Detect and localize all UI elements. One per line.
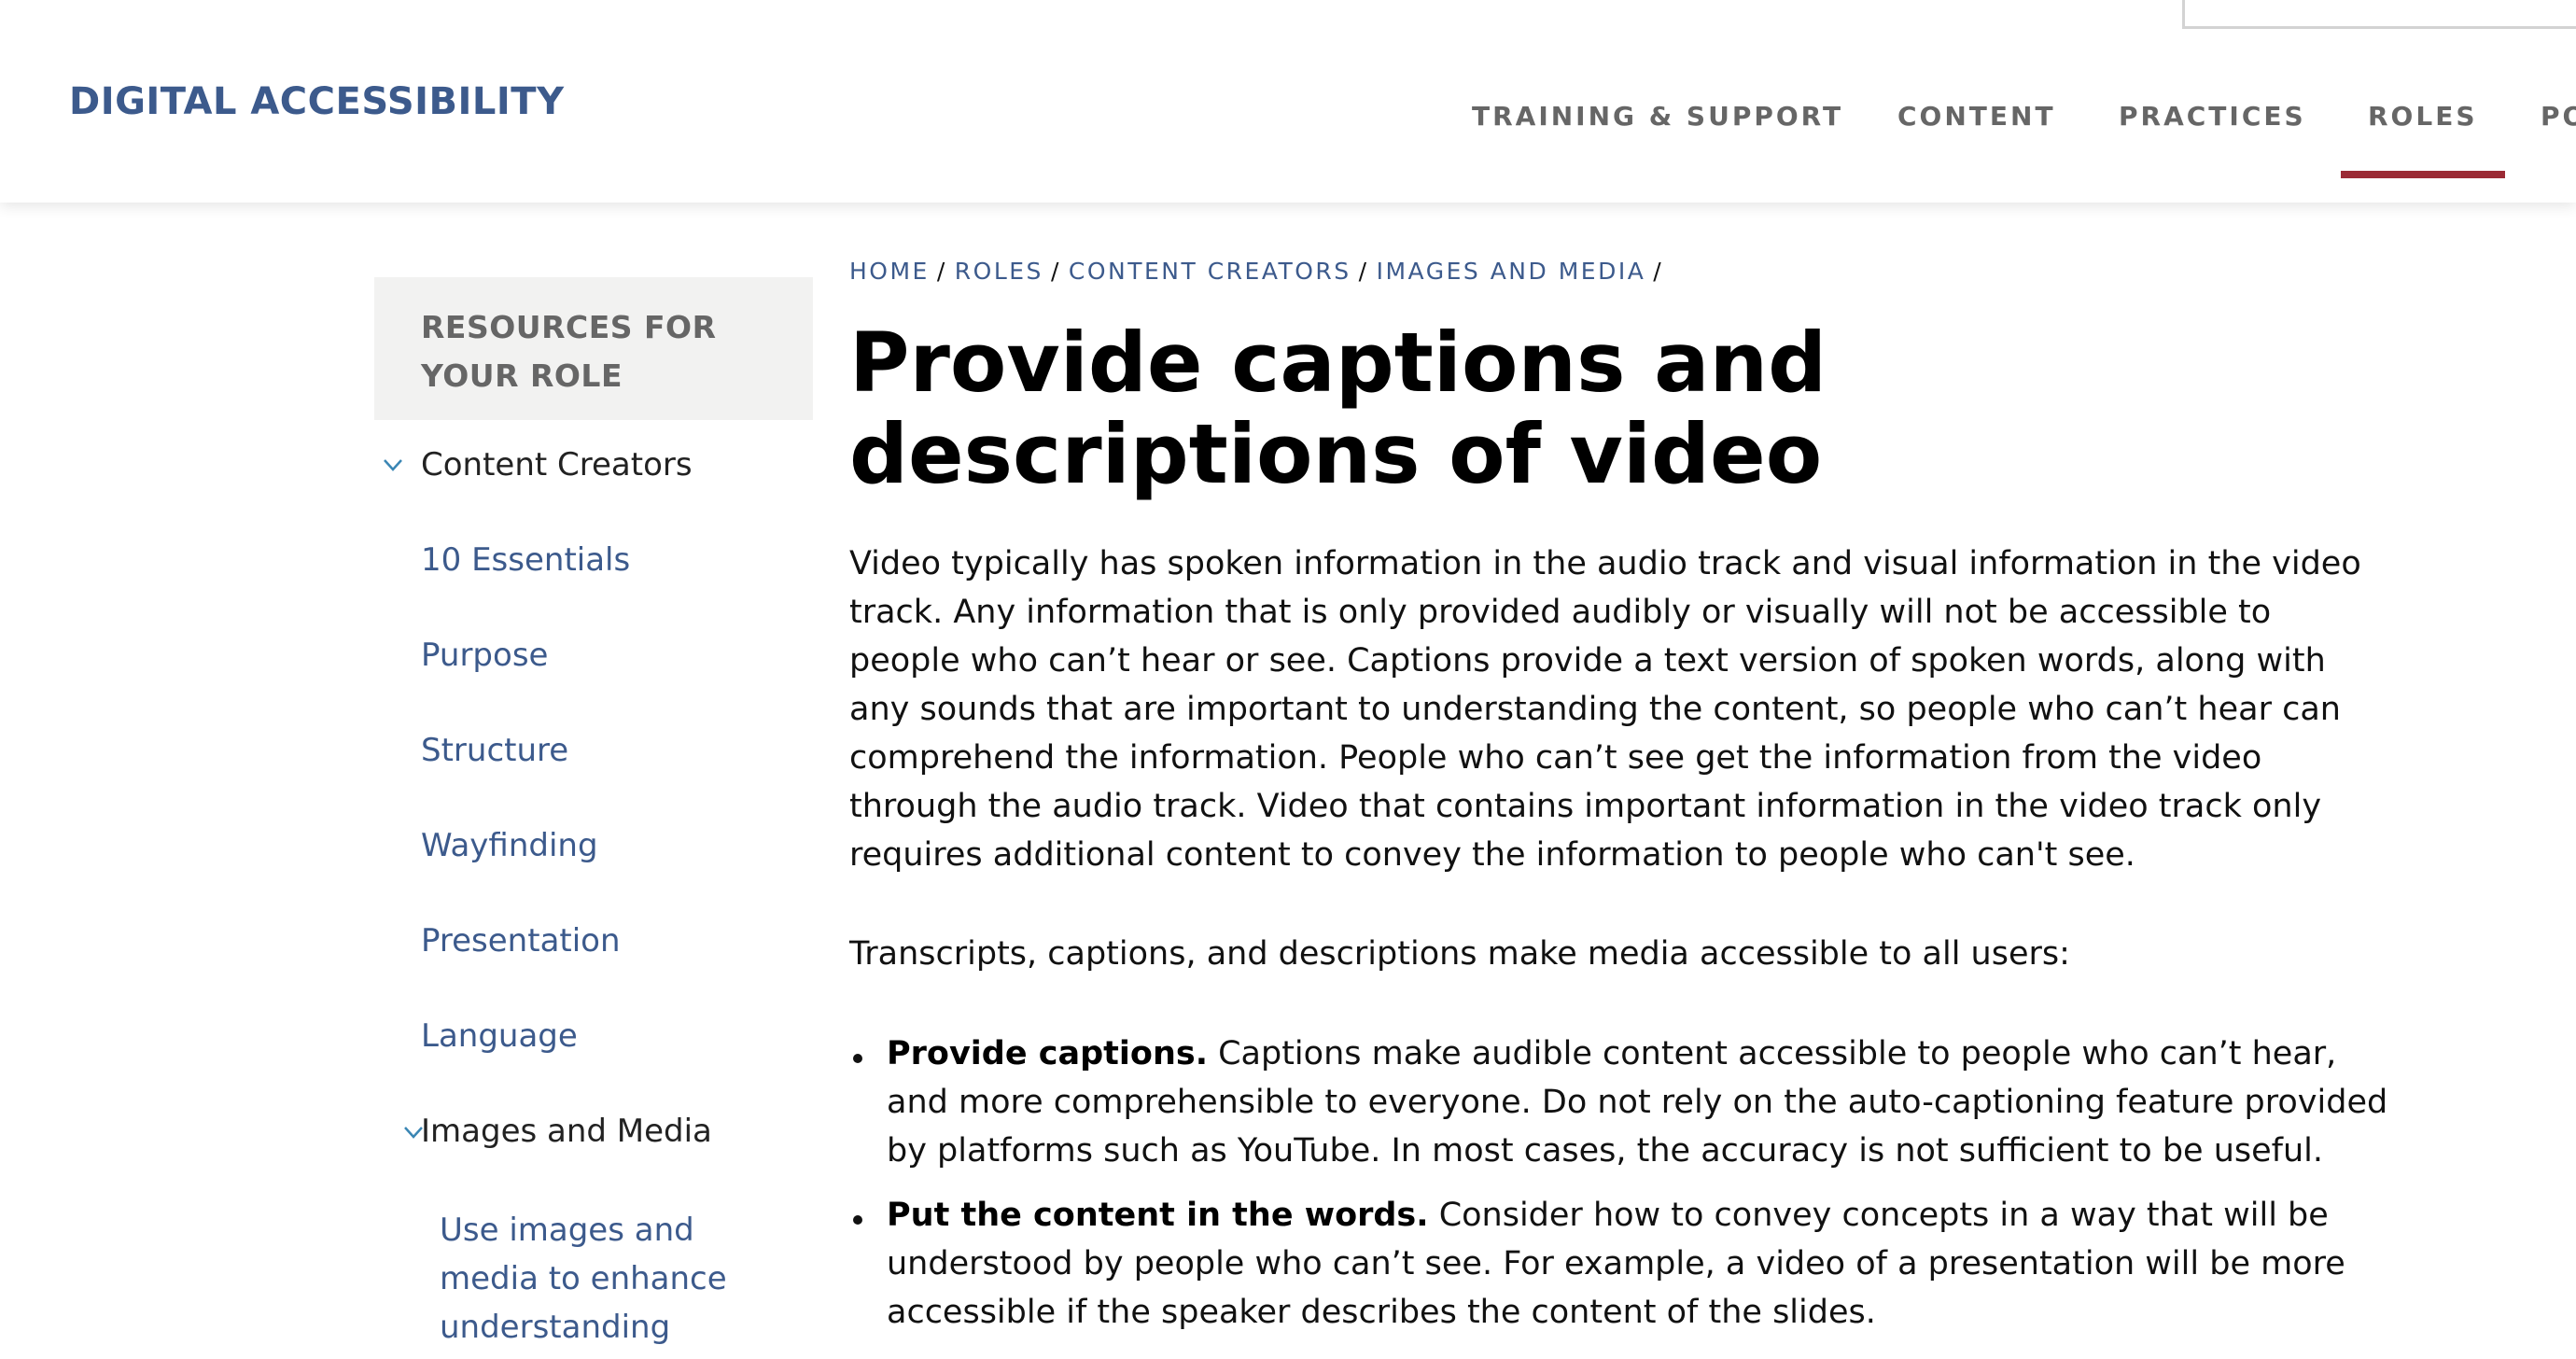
intro-paragraph: Video typically has spoken information i… [849, 545, 2361, 874]
sidebar-section-content-creators[interactable]: Content Creators [421, 446, 693, 483]
sidebar-item-language[interactable]: Language [421, 1017, 578, 1055]
breadcrumb-content-creators[interactable]: CONTENT CREATORS [1069, 258, 1351, 285]
sidebar-item-wayfinding[interactable]: Wayfinding [421, 827, 598, 864]
bullet-list: Provide captions. Captions make audible … [849, 1030, 2389, 1352]
breadcrumb-separator: / [1358, 258, 1369, 285]
nav-practices[interactable]: PRACTICES [2119, 101, 2306, 132]
sidebar-heading-line1: RESOURCES FOR [421, 309, 717, 345]
sidebar-heading-line2: YOUR ROLE [421, 357, 623, 394]
breadcrumb-separator: / [936, 258, 947, 285]
list-item-heading: Provide captions. [887, 1035, 1208, 1072]
nav-training-support[interactable]: TRAINING & SUPPORT [1472, 101, 1843, 132]
breadcrumb-separator: / [1653, 258, 1664, 285]
page-title: Provide captions and descriptions of vid… [849, 315, 1827, 502]
sidebar-section-images-and-media[interactable]: Images and Media [421, 1113, 712, 1150]
sidebar-item-presentation[interactable]: Presentation [421, 922, 621, 960]
list-item: Provide captions. Captions make audible … [849, 1030, 2389, 1175]
list-item-heading: Put the content in the words. [887, 1197, 1429, 1234]
search-box[interactable] [2182, 0, 2576, 29]
sidebar-subitem-use-images-and-media[interactable]: Use images and media to enhance understa… [440, 1206, 794, 1352]
nav-content[interactable]: CONTENT [1897, 101, 2056, 132]
chevron-down-icon[interactable] [383, 455, 403, 475]
nav-policies-truncated[interactable]: PO [2541, 101, 2576, 132]
sidebar-item-10-essentials[interactable]: 10 Essentials [421, 541, 630, 579]
site-header: DIGITAL ACCESSIBILITY TRAINING & SUPPORT… [0, 0, 2576, 203]
sidebar-item-structure[interactable]: Structure [421, 732, 568, 769]
breadcrumb-images-and-media[interactable]: IMAGES AND MEDIA [1377, 258, 1646, 285]
breadcrumb-home[interactable]: HOME [849, 258, 930, 285]
site-logo[interactable]: DIGITAL ACCESSIBILITY [69, 80, 565, 123]
lead-paragraph: Transcripts, captions, and descriptions … [849, 935, 2070, 973]
breadcrumb-roles[interactable]: ROLES [955, 258, 1043, 285]
sidebar-item-purpose[interactable]: Purpose [421, 637, 548, 674]
breadcrumb: HOME / ROLES / CONTENT CREATORS / IMAGES AND M… [849, 258, 1671, 285]
nav-roles[interactable]: ROLES [2368, 101, 2478, 132]
active-nav-indicator [2341, 171, 2505, 178]
list-item: Put the content in the words. Consider h… [849, 1191, 2389, 1337]
breadcrumb-separator: / [1050, 258, 1061, 285]
sidebar-heading: RESOURCES FOR YOUR ROLE [374, 277, 813, 420]
